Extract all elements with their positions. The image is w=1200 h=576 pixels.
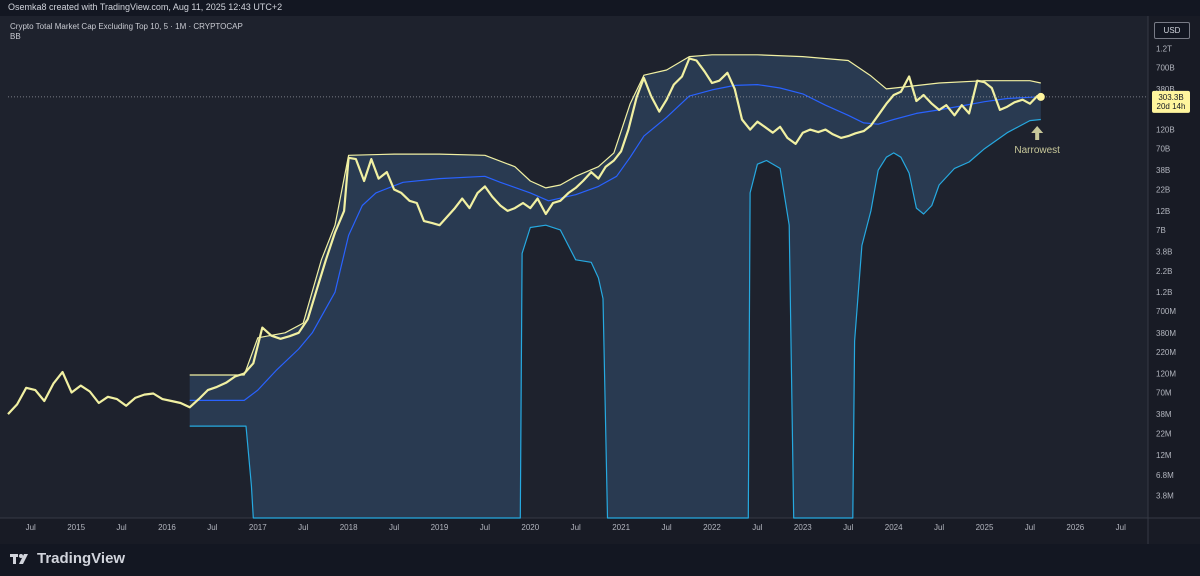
- x-tick-label: 2020: [521, 523, 539, 532]
- top-bar: Osemka8 created with TradingView.com, Au…: [0, 0, 1200, 16]
- x-tick-label: Jul: [298, 523, 308, 532]
- x-tick-label: 2026: [1066, 523, 1084, 532]
- y-tick-label: 70B: [1156, 145, 1170, 154]
- y-tick-label: 22M: [1156, 429, 1172, 438]
- x-tick-label: Jul: [1025, 523, 1035, 532]
- y-tick-label: 70M: [1156, 388, 1172, 397]
- x-tick-label: Jul: [571, 523, 581, 532]
- y-tick-label: 120B: [1156, 126, 1175, 135]
- current-price-label: 303.3B: [1158, 93, 1183, 102]
- chart-legend: Crypto Total Market Cap Excluding Top 10…: [10, 22, 243, 42]
- tradingview-logo[interactable]: TradingView: [10, 550, 125, 567]
- currency-button[interactable]: USD: [1154, 22, 1190, 39]
- y-tick-label: 220M: [1156, 348, 1176, 357]
- x-tick-label: 2019: [431, 523, 449, 532]
- y-tick-label: 12B: [1156, 207, 1170, 216]
- x-tick-label: Jul: [934, 523, 944, 532]
- x-tick-label: Jul: [207, 523, 217, 532]
- y-tick-label: 3.8B: [1156, 247, 1172, 256]
- x-tick-label: Jul: [480, 523, 490, 532]
- y-tick-label: 1.2B: [1156, 288, 1172, 297]
- x-tick-label: 2022: [703, 523, 721, 532]
- time-scale-panel[interactable]: [0, 518, 1200, 544]
- y-tick-label: 380M: [1156, 329, 1176, 338]
- y-tick-label: 7B: [1156, 226, 1166, 235]
- x-tick-label: 2025: [976, 523, 994, 532]
- x-tick-label: 2016: [158, 523, 176, 532]
- x-tick-label: 2018: [340, 523, 358, 532]
- narrowest-annotation: Narrowest: [1014, 145, 1060, 156]
- y-tick-label: 6.8M: [1156, 471, 1174, 480]
- y-tick-label: 22B: [1156, 186, 1170, 195]
- indicator-label[interactable]: BB: [10, 32, 243, 42]
- x-tick-label: Jul: [389, 523, 399, 532]
- y-tick-label: 38M: [1156, 410, 1172, 419]
- y-tick-label: 120M: [1156, 369, 1176, 378]
- x-tick-label: 2017: [249, 523, 267, 532]
- x-tick-label: 2024: [885, 523, 903, 532]
- created-with-text: Osemka8 created with TradingView.com, Au…: [8, 2, 283, 12]
- tradingview-logo-icon: [10, 553, 28, 564]
- current-price-dot: [1036, 92, 1045, 101]
- x-tick-label: Jul: [752, 523, 762, 532]
- y-tick-label: 38B: [1156, 166, 1170, 175]
- chart-panel[interactable]: Jul 2015 Jul 2016 Jul 2017 Jul 2018 Jul 2019 Jul 20…: [0, 16, 1200, 544]
- footer: TradingView: [0, 544, 1200, 576]
- x-tick-label: 2023: [794, 523, 812, 532]
- x-tick-label: Jul: [843, 523, 853, 532]
- chart-svg[interactable]: Jul 2015 Jul 2016 Jul 2017 Jul 2018 Jul 2019 Jul 20…: [0, 16, 1200, 544]
- y-tick-label: 700M: [1156, 307, 1176, 316]
- x-tick-label: Jul: [1116, 523, 1126, 532]
- x-tick-label: 2021: [612, 523, 630, 532]
- x-tick-label: Jul: [116, 523, 126, 532]
- y-tick-label: 700B: [1156, 63, 1175, 72]
- brand-name: TradingView: [37, 550, 126, 567]
- y-tick-label: 3.8M: [1156, 491, 1174, 500]
- x-tick-label: Jul: [661, 523, 671, 532]
- y-tick-label: 2.2B: [1156, 267, 1172, 276]
- x-tick-label: 2015: [67, 523, 85, 532]
- x-tick-label: Jul: [26, 523, 36, 532]
- y-tick-label: 1.2T: [1156, 44, 1172, 53]
- countdown-label: 20d 14h: [1157, 102, 1186, 111]
- instrument-title: Crypto Total Market Cap Excluding Top 10…: [10, 22, 243, 31]
- y-tick-label: 12M: [1156, 451, 1172, 460]
